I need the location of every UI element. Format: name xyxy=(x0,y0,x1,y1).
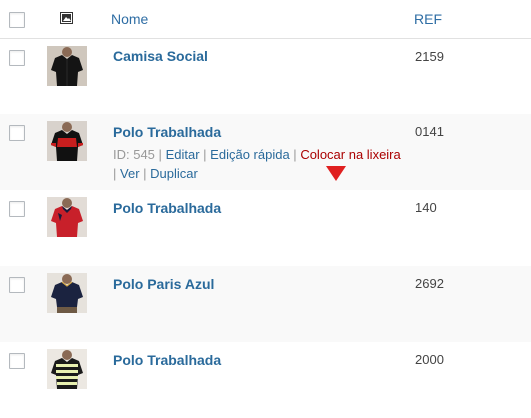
row-checkbox[interactable] xyxy=(9,353,25,369)
product-ref: 2000 xyxy=(415,352,444,367)
product-id: ID: 545 xyxy=(113,147,155,162)
column-header-name[interactable]: Nome xyxy=(111,11,148,27)
edit-link[interactable]: Editar xyxy=(166,147,200,162)
product-title-link[interactable]: Camisa Social xyxy=(113,48,208,64)
product-title-link[interactable]: Polo Paris Azul xyxy=(113,276,214,292)
product-ref: 0141 xyxy=(415,124,444,139)
row-checkbox[interactable] xyxy=(9,50,25,66)
view-link[interactable]: Ver xyxy=(120,166,140,181)
shirt-image xyxy=(47,197,87,237)
product-thumbnail[interactable] xyxy=(47,46,87,86)
separator: | xyxy=(143,166,147,181)
table-row: Polo Trabalhada 0141 ID: 545 | Editar | … xyxy=(0,114,531,190)
shirt-image xyxy=(47,46,87,86)
table-row: Polo Trabalhada 140 xyxy=(0,190,531,266)
product-title-link[interactable]: Polo Trabalhada xyxy=(113,124,221,140)
table-header: Nome REF xyxy=(0,0,531,39)
product-title-link[interactable]: Polo Trabalhada xyxy=(113,200,221,216)
product-thumbnail[interactable] xyxy=(47,121,87,161)
duplicate-link[interactable]: Duplicar xyxy=(150,166,198,181)
trash-link[interactable]: Colocar na lixeira xyxy=(300,147,400,162)
table-row: Polo Paris Azul 2692 xyxy=(0,266,531,342)
row-checkbox[interactable] xyxy=(9,277,25,293)
product-title-link[interactable]: Polo Trabalhada xyxy=(113,352,221,368)
separator: | xyxy=(203,147,207,162)
row-checkbox[interactable] xyxy=(9,201,25,217)
product-ref: 140 xyxy=(415,200,437,215)
row-actions: ID: 545 | Editar | Edição rápida | Coloc… xyxy=(113,145,403,183)
quick-edit-link[interactable]: Edição rápida xyxy=(210,147,290,162)
column-header-ref[interactable]: REF xyxy=(414,11,442,27)
separator: | xyxy=(113,166,117,181)
shirt-image xyxy=(47,349,87,389)
separator: | xyxy=(158,147,162,162)
select-all-checkbox[interactable] xyxy=(9,12,25,28)
product-thumbnail[interactable] xyxy=(47,349,87,389)
table-row: Camisa Social 2159 xyxy=(0,39,531,114)
row-checkbox[interactable] xyxy=(9,125,25,141)
product-thumbnail[interactable] xyxy=(47,197,87,237)
shirt-image xyxy=(47,273,87,313)
image-icon xyxy=(60,12,73,24)
table-row: Polo Trabalhada 2000 xyxy=(0,342,531,418)
pointer-arrow-icon xyxy=(326,166,346,181)
separator: | xyxy=(293,147,297,162)
product-thumbnail[interactable] xyxy=(47,273,87,313)
product-ref: 2159 xyxy=(415,49,444,64)
shirt-image xyxy=(47,121,87,161)
product-ref: 2692 xyxy=(415,276,444,291)
